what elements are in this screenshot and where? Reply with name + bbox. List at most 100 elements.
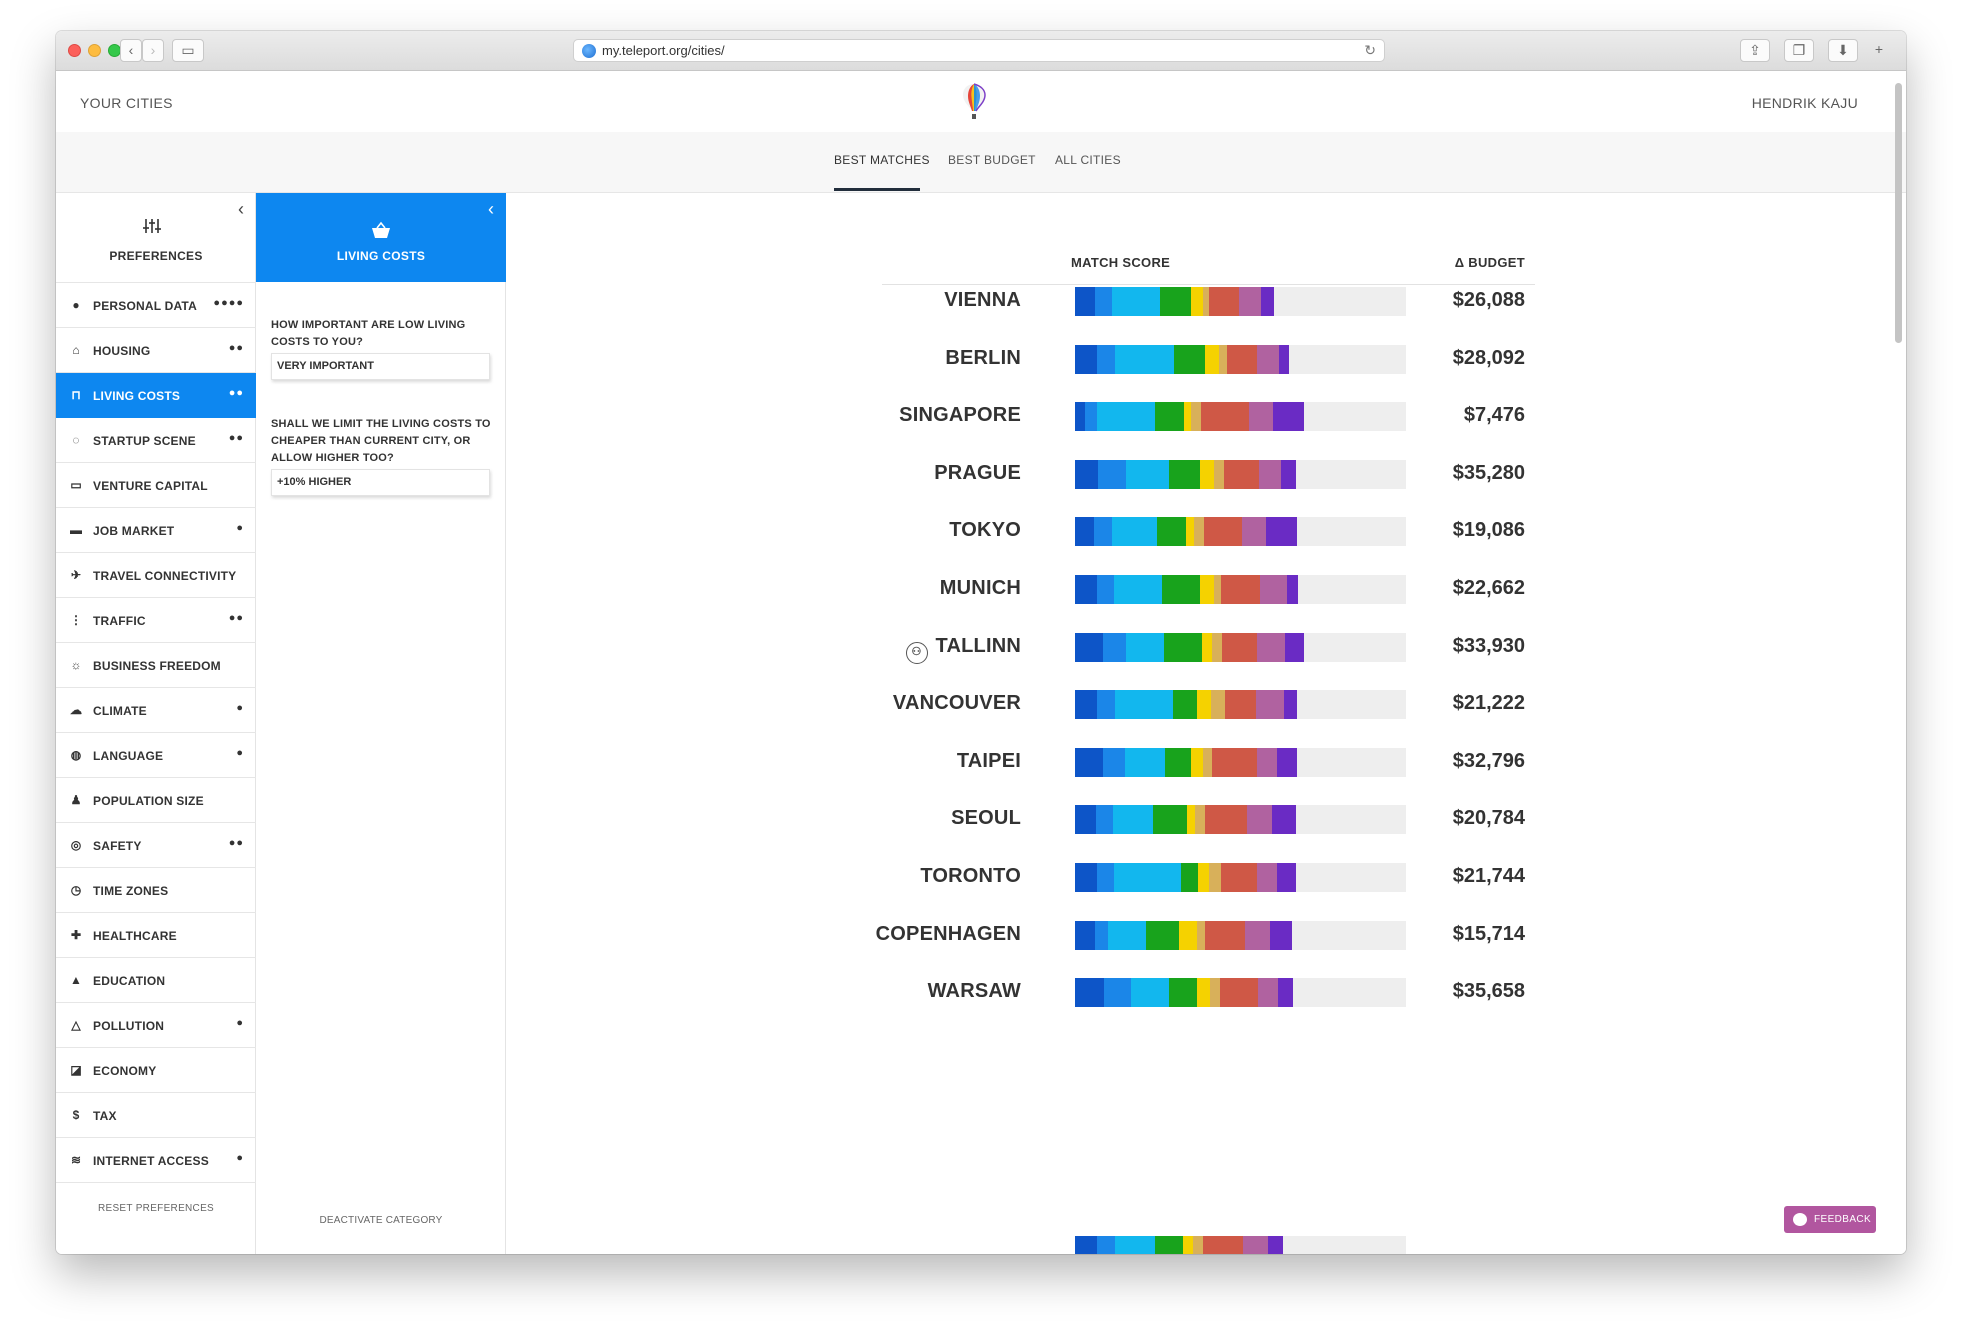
budget-delta: $22,662 bbox=[1452, 577, 1525, 599]
sidebar-item-time-zones[interactable]: ◷ TIME ZONES bbox=[56, 868, 256, 913]
city-row[interactable]: SINGAPORE $7,476 bbox=[506, 395, 1906, 435]
sidebar-item-internet-access[interactable]: ≋ INTERNET ACCESS ● bbox=[56, 1138, 256, 1183]
city-row[interactable] bbox=[506, 1229, 1906, 1254]
question-importance: HOW IMPORTANT ARE LOW LIVING COSTS TO YO… bbox=[271, 319, 466, 348]
budget-delta: $7,476 bbox=[1463, 404, 1525, 426]
score-segment bbox=[1200, 460, 1214, 489]
score-segment bbox=[1183, 1236, 1193, 1254]
match-score-bar bbox=[1075, 748, 1406, 777]
feedback-button[interactable]: FEEDBACK bbox=[1784, 1206, 1876, 1233]
sidebar-item-living-costs[interactable]: ⊓ LIVING COSTS ●● bbox=[56, 373, 256, 418]
city-row[interactable]: BERLIN $28,092 bbox=[506, 338, 1906, 378]
address-bar[interactable]: my.teleport.org/cities/ ↻ bbox=[573, 39, 1385, 62]
deactivate-category-link[interactable]: DEACTIVATE CATEGORY bbox=[256, 1215, 506, 1226]
budget-delta: $19,086 bbox=[1452, 519, 1525, 541]
question-limit: SHALL WE LIMIT THE LIVING COSTS TO CHEAP… bbox=[271, 418, 491, 464]
city-name[interactable]: WARSAW bbox=[928, 980, 1021, 1003]
city-row[interactable]: SEOUL $20,784 bbox=[506, 798, 1906, 838]
sidebar-item-label: CLIMATE bbox=[93, 704, 147, 718]
sidebar-item-travel-connectivity[interactable]: ✈ TRAVEL CONNECTIVITY bbox=[56, 553, 256, 598]
city-row[interactable]: ⚇ TALLINN $33,930 bbox=[506, 626, 1906, 666]
city-name[interactable]: COPENHAGEN bbox=[876, 923, 1021, 946]
sidebar-item-safety[interactable]: ◎ SAFETY ●● bbox=[56, 823, 256, 868]
sidebar-item-pollution[interactable]: △ POLLUTION ● bbox=[56, 1003, 256, 1048]
importance-dots: ● bbox=[236, 1017, 244, 1029]
close-window-button[interactable] bbox=[68, 44, 81, 57]
importance-dots: ●● bbox=[228, 432, 244, 444]
city-name[interactable]: VIENNA bbox=[944, 289, 1021, 312]
sidebar-item-tax[interactable]: $ TAX bbox=[56, 1093, 256, 1138]
sidebar-item-business-freedom[interactable]: ☼ BUSINESS FREEDOM bbox=[56, 643, 256, 688]
tab-best-matches[interactable]: BEST MATCHES bbox=[834, 153, 930, 167]
score-segment bbox=[1257, 633, 1285, 662]
sidebar-item-housing[interactable]: ⌂ HOUSING ●● bbox=[56, 328, 256, 373]
limit-select[interactable]: +10% HIGHER bbox=[271, 469, 490, 496]
new-tab-icon[interactable]: + bbox=[1868, 39, 1890, 62]
score-segment bbox=[1278, 978, 1293, 1007]
match-score-bar bbox=[1075, 633, 1406, 662]
sidebar-item-education[interactable]: ▲ EDUCATION bbox=[56, 958, 256, 1003]
sidebar-item-job-market[interactable]: ▬ JOB MARKET ● bbox=[56, 508, 256, 553]
score-segment bbox=[1243, 1236, 1268, 1254]
preferences-header: ‹ PREFERENCES bbox=[56, 193, 256, 283]
sidebar-item-venture-capital[interactable]: ▭ VENTURE CAPITAL bbox=[56, 463, 256, 508]
back-button[interactable]: ‹ bbox=[120, 39, 142, 62]
importance-dots: ●●●● bbox=[213, 297, 244, 309]
collapse-panel-icon[interactable]: ‹ bbox=[488, 199, 494, 220]
city-name[interactable]: SEOUL bbox=[951, 807, 1021, 830]
score-segment bbox=[1097, 1236, 1115, 1254]
city-name[interactable]: BERLIN bbox=[945, 347, 1021, 370]
match-score-header: MATCH SCORE bbox=[1071, 255, 1171, 270]
city-row[interactable]: MUNICH $22,662 bbox=[506, 568, 1906, 608]
tab-best-budget[interactable]: BEST BUDGET bbox=[948, 153, 1036, 167]
sidebar-item-personal-data[interactable]: ● PERSONAL DATA ●●●● bbox=[56, 283, 256, 328]
forward-button[interactable]: › bbox=[142, 39, 164, 62]
sidebar-item-language[interactable]: ◍ LANGUAGE ● bbox=[56, 733, 256, 778]
city-row[interactable]: PRAGUE $35,280 bbox=[506, 453, 1906, 493]
city-name[interactable]: MUNICH bbox=[940, 577, 1021, 600]
city-name[interactable]: SINGAPORE bbox=[899, 404, 1021, 427]
score-segment bbox=[1184, 402, 1191, 431]
city-name[interactable]: TOKYO bbox=[949, 519, 1021, 542]
share-icon[interactable]: ⇪ bbox=[1740, 39, 1770, 62]
minimize-window-button[interactable] bbox=[88, 44, 101, 57]
city-name[interactable]: VANCOUVER bbox=[893, 692, 1021, 715]
user-menu[interactable]: HENDRIK KAJU bbox=[1752, 95, 1858, 111]
city-name[interactable]: TORONTO bbox=[920, 865, 1021, 888]
city-row[interactable]: TORONTO $21,744 bbox=[506, 856, 1906, 896]
score-segment bbox=[1222, 633, 1257, 662]
reload-icon[interactable]: ↻ bbox=[1364, 40, 1376, 61]
scrollbar-thumb[interactable] bbox=[1895, 83, 1902, 343]
your-cities-link[interactable]: YOUR CITIES bbox=[80, 95, 173, 111]
teleport-balloon-logo[interactable] bbox=[962, 83, 986, 121]
downloads-icon[interactable]: ⬇ bbox=[1828, 39, 1858, 62]
sidebar-item-startup-scene[interactable]: ◌ STARTUP SCENE ●● bbox=[56, 418, 256, 463]
importance-select[interactable]: VERY IMPORTANT bbox=[271, 353, 490, 380]
page-scrollbar[interactable] bbox=[1892, 71, 1904, 1254]
tabs-overview-icon[interactable]: ❐ bbox=[1784, 39, 1814, 62]
city-name[interactable]: ⚇ TALLINN bbox=[905, 635, 1021, 664]
city-row[interactable]: VIENNA $26,088 bbox=[506, 280, 1906, 320]
sidebar-item-economy[interactable]: ◪ ECONOMY bbox=[56, 1048, 256, 1093]
tab-all-cities[interactable]: ALL CITIES bbox=[1055, 153, 1121, 167]
city-row[interactable]: COPENHAGEN $15,714 bbox=[506, 914, 1906, 954]
city-row[interactable]: VANCOUVER $21,222 bbox=[506, 683, 1906, 723]
city-name[interactable]: PRAGUE bbox=[934, 462, 1021, 485]
city-row[interactable]: TAIPEI $32,796 bbox=[506, 741, 1906, 781]
sidebar-item-population-size[interactable]: ♟ POPULATION SIZE bbox=[56, 778, 256, 823]
sidebar-item-healthcare[interactable]: ✚ HEALTHCARE bbox=[56, 913, 256, 958]
reset-preferences-link[interactable]: RESET PREFERENCES bbox=[56, 1203, 256, 1214]
collapse-sidebar-icon[interactable]: ‹ bbox=[238, 199, 244, 220]
budget-delta: $35,658 bbox=[1452, 980, 1525, 1002]
score-segment bbox=[1211, 690, 1225, 719]
city-name[interactable]: TAIPEI bbox=[957, 750, 1021, 773]
sliders-icon bbox=[143, 217, 161, 240]
city-row[interactable]: WARSAW $35,658 bbox=[506, 971, 1906, 1011]
city-row[interactable]: TOKYO $19,086 bbox=[506, 510, 1906, 550]
sidebar-item-climate[interactable]: ☁ CLIMATE ● bbox=[56, 688, 256, 733]
sidebar-item-label: JOB MARKET bbox=[93, 524, 175, 538]
match-score-bar bbox=[1075, 805, 1406, 834]
house-icon: ⌂ bbox=[72, 343, 80, 357]
sidebar-item-traffic[interactable]: ⋮ TRAFFIC ●● bbox=[56, 598, 256, 643]
sidebar-toggle-icon[interactable]: ▭ bbox=[172, 39, 204, 62]
